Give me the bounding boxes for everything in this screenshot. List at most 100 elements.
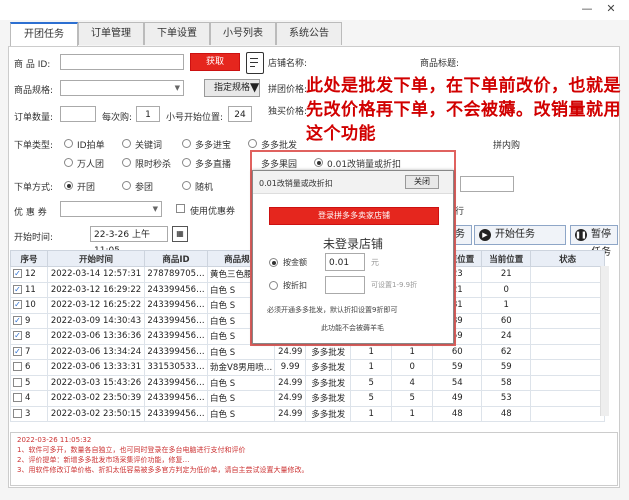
table-cell-time: 2022-03-03 15:43:26 (47, 374, 145, 391)
table-row[interactable]: ✓ 7 2022-03-06 13:34:24 243399456… 白色 S 24.99… (10, 343, 605, 360)
row-number: 9 (25, 315, 31, 326)
start-pos-input[interactable]: 24 (228, 106, 252, 122)
table-cell-b: 5 (391, 390, 434, 407)
order-qty-label: 订单数量: (14, 113, 54, 123)
table-cell-a: 5 (350, 374, 393, 391)
row-checkbox[interactable] (13, 377, 22, 387)
table-cell-status (530, 374, 605, 391)
row-checkbox[interactable]: ✓ (13, 346, 22, 356)
tab-announcements[interactable]: 系统公告 (276, 22, 342, 45)
per-buy-label: 每次购: (102, 113, 133, 123)
discount-input[interactable] (325, 276, 365, 294)
table-cell-type: 多多批发 (305, 390, 352, 407)
table-cell-cur: 60 (481, 312, 532, 329)
tab-accounts[interactable]: 小号列表 (210, 22, 276, 45)
amount-unit: 元 (371, 258, 379, 267)
log-line: 3、用软件修改订单价格、折扣太低容易被多多官方判定为低价单，请自主尝试设置大量修… (17, 466, 309, 474)
col-header[interactable]: 当前位置 (481, 250, 532, 267)
doc-icon[interactable] (246, 52, 264, 74)
extra-input[interactable] (460, 176, 514, 192)
row-checkbox[interactable]: ✓ (13, 331, 22, 341)
app-window: — ✕ 开团任务 订单管理 下单设置 小号列表 系统公告 商 品 ID: 获取 … (0, 0, 629, 500)
by-amount-label: 按金额 (283, 258, 307, 267)
radio-by-amount[interactable] (269, 258, 278, 267)
table-cell-b: 1 (391, 405, 434, 422)
table-row[interactable]: 3 2022-03-02 23:50:15 243399456… 白色 S 24.99 多… (10, 405, 605, 422)
table-cell-spec: 白色 S (206, 405, 276, 422)
radio-open-group[interactable] (64, 181, 73, 190)
login-shop-button[interactable]: 登录拼多多卖家店铺 (269, 207, 439, 225)
row-checkbox[interactable] (13, 393, 22, 403)
table-cell-type: 多多批发 (305, 405, 352, 422)
table-cell-time: 2022-03-14 12:57:31 (47, 266, 145, 283)
table-cell-end: 60 (432, 343, 483, 360)
dialog-close-button[interactable]: 关闭 (405, 175, 439, 189)
minimize-icon[interactable]: — (580, 2, 594, 16)
row-checkbox[interactable]: ✓ (13, 300, 22, 310)
log-panel: 2022-03-26 11:05:32 1、软件可多开，数量各自独立，也可同时登… (10, 432, 618, 486)
row-checkbox[interactable]: ✓ (13, 269, 22, 279)
radio-wholesale[interactable] (248, 139, 257, 148)
order-qty-input[interactable] (60, 106, 96, 122)
product-id-input[interactable] (60, 54, 184, 70)
radio-jinbao[interactable] (182, 139, 191, 148)
table-cell-no: ✓ 7 (10, 343, 48, 360)
table-cell-cur: 1 (481, 297, 532, 314)
col-header[interactable]: 开始时间 (47, 250, 145, 267)
table-cell-status (530, 359, 605, 376)
table-cell-id: 243399456… (144, 281, 208, 298)
table-row[interactable]: 4 2022-03-02 23:50:39 243399456… 白色 S 24.99 多… (10, 390, 605, 407)
row-checkbox[interactable] (13, 362, 22, 372)
radio-by-discount[interactable] (269, 281, 278, 290)
radio-random[interactable] (182, 181, 191, 190)
start-time-input[interactable]: 22-3-26 上午11:05 (90, 226, 168, 256)
amount-input[interactable]: 0.01 (325, 253, 365, 271)
table-cell-id: 243399456… (144, 328, 208, 345)
row-number: 3 (25, 408, 31, 419)
row-number: 7 (25, 346, 31, 357)
order-type-opt-wanren: 万人团 (77, 160, 105, 170)
exec-label: 行 (455, 207, 465, 217)
radio-join-group[interactable] (122, 181, 131, 190)
table-cell-price: 24.99 (274, 374, 307, 391)
table-cell-price: 24.99 (274, 343, 307, 360)
table-row[interactable]: 5 2022-03-03 15:43:26 243399456… 白色 S 24.99 多… (10, 374, 605, 391)
row-number: 12 (25, 269, 36, 280)
table-row[interactable]: 6 2022-03-06 13:33:31 331530533… 勃金V8男用喷… 9.… (10, 359, 605, 376)
col-header[interactable]: 商品ID (144, 250, 208, 267)
table-cell-cur: 24 (481, 328, 532, 345)
tab-order-settings[interactable]: 下单设置 (144, 22, 210, 45)
table-cell-id: 331530533… (144, 359, 208, 376)
radio-wanren[interactable] (64, 158, 73, 167)
table-cell-id: 243399456… (144, 374, 208, 391)
col-header[interactable]: 序号 (10, 250, 48, 267)
tab-orders[interactable]: 订单管理 (78, 22, 144, 45)
use-coupon-checkbox[interactable] (176, 204, 185, 213)
coupon-select[interactable]: ▼ (60, 201, 162, 217)
fetch-button[interactable]: 获取 (190, 53, 240, 71)
radio-live[interactable] (182, 158, 191, 167)
close-icon[interactable]: ✕ (604, 2, 618, 16)
radio-flash[interactable] (122, 158, 131, 167)
row-checkbox[interactable]: ✓ (13, 284, 22, 294)
table-cell-type: 多多批发 (305, 374, 352, 391)
shop-name-label: 店铺名称: (268, 59, 308, 69)
table-cell-type: 多多批发 (305, 359, 352, 376)
tab-group-tasks[interactable]: 开团任务 (10, 22, 78, 47)
table-cell-no: 6 (10, 359, 48, 376)
calendar-icon[interactable]: ▦ (172, 226, 188, 242)
order-type-label: 下单类型: (14, 141, 54, 151)
col-header[interactable]: 状态 (530, 250, 605, 267)
row-checkbox[interactable] (13, 408, 22, 418)
table-scrollbar[interactable] (600, 266, 609, 416)
row-checkbox[interactable]: ✓ (13, 315, 22, 325)
spec-select[interactable]: ▼ (60, 80, 184, 96)
pause-task-button[interactable]: ❚❚暂停任务 (570, 225, 618, 258)
radio-id[interactable] (64, 139, 73, 148)
start-task-button[interactable]: ▶ 开始任务 (474, 225, 566, 245)
per-buy-input[interactable]: 1 (136, 106, 160, 122)
table-cell-time: 2022-03-12 16:29:22 (47, 281, 145, 298)
table-cell-id: 243399456… (144, 297, 208, 314)
order-mode-opt-open: 开团 (77, 183, 96, 193)
radio-keyword[interactable] (122, 139, 131, 148)
